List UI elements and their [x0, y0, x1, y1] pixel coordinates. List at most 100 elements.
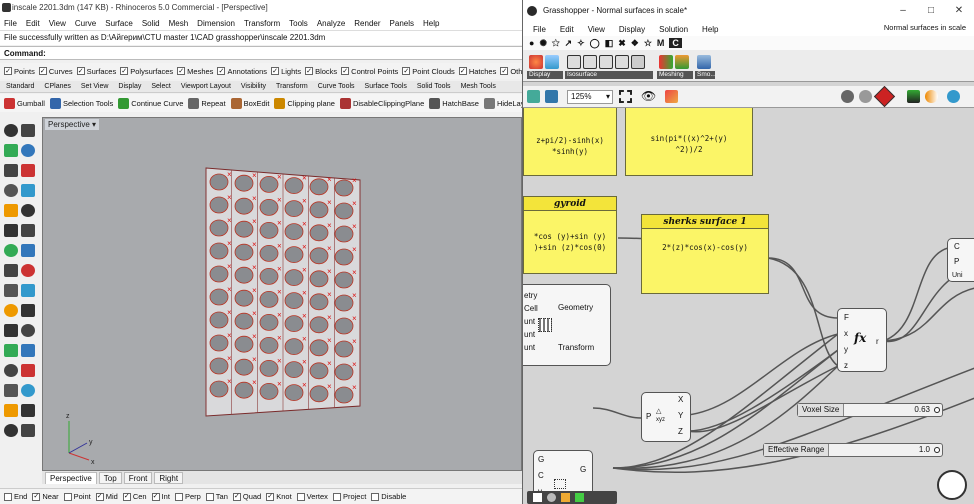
checkbox[interactable]: ✓: [76, 67, 85, 75]
filter-polysurfaces[interactable]: ✓ Polysurfaces: [120, 67, 173, 76]
point-icon[interactable]: [21, 124, 35, 137]
paint-icon[interactable]: [665, 90, 678, 103]
fillet-icon[interactable]: [21, 284, 35, 297]
osnap-point[interactable]: Point: [63, 492, 91, 501]
checkbox[interactable]: [174, 492, 183, 501]
zoom-select[interactable]: 125% ▾: [567, 90, 613, 104]
tab-maths-icon[interactable]: ✺: [539, 38, 547, 49]
view-tab-top[interactable]: Top: [98, 471, 122, 484]
menu-item-mesh[interactable]: Mesh: [169, 19, 189, 28]
filter-hatches[interactable]: ✓ Hatches: [458, 67, 496, 76]
gh-canvas[interactable]: z+pi/2)-sinh(x) *sinh(y) sin(pi*((x)^2+(…: [523, 108, 974, 504]
menu-item-solid[interactable]: Solid: [142, 19, 160, 28]
tool-hatchbase[interactable]: HatchBase: [429, 97, 479, 109]
tool-repeat[interactable]: Repeat: [188, 97, 226, 109]
toolbar-tab-curve-tools[interactable]: Curve Tools: [318, 83, 355, 90]
osnap-project[interactable]: Project: [332, 492, 366, 501]
checkbox[interactable]: ✓: [120, 67, 129, 75]
arc-icon[interactable]: [21, 164, 35, 177]
close-button[interactable]: ✕: [945, 0, 973, 22]
menu-item-render[interactable]: Render: [354, 19, 380, 28]
toolbar-tab-surface-tools[interactable]: Surface Tools: [365, 83, 407, 90]
menu-item-dimension[interactable]: Dimension: [197, 19, 235, 28]
filter-curves[interactable]: ✓ Curves: [38, 67, 73, 76]
gyroid-panel[interactable]: gyroid *cos (y)+sin (y) )+sin (z)*cos(0): [523, 196, 617, 274]
toolbar-tab-cplanes[interactable]: CPlanes: [44, 83, 70, 90]
preview-eye-icon[interactable]: 👁: [641, 90, 656, 103]
tool-continue-curve[interactable]: Continue Curve: [118, 97, 183, 109]
checkbox[interactable]: ✓: [38, 67, 47, 75]
zoom-extents-icon[interactable]: [619, 90, 632, 103]
checkbox[interactable]: ✓: [177, 67, 186, 75]
checkbox[interactable]: [296, 492, 305, 501]
display-star-icon[interactable]: [529, 55, 543, 69]
polygon-icon[interactable]: [21, 184, 35, 197]
rectangle-icon[interactable]: [21, 204, 35, 217]
osnap-perp[interactable]: Perp: [174, 492, 201, 501]
toolbar-tab-visibility[interactable]: Visibility: [241, 83, 266, 90]
extrude-icon[interactable]: [21, 244, 35, 257]
tool-clipping-plane[interactable]: Clipping plane: [274, 97, 335, 109]
iso-lattice-icon-1[interactable]: [567, 55, 581, 69]
effective-range-slider[interactable]: Effective Range 1.0: [763, 443, 943, 457]
view-tab-right[interactable]: Right: [154, 471, 184, 484]
polyline-icon[interactable]: [4, 144, 18, 157]
checkbox[interactable]: ✓: [402, 67, 411, 75]
checkbox[interactable]: [371, 492, 380, 501]
checkbox[interactable]: ✓: [151, 492, 160, 501]
snap-icon[interactable]: [21, 424, 35, 437]
box-icon[interactable]: [4, 244, 18, 257]
ellipse-icon[interactable]: [4, 184, 18, 197]
osnap-quad[interactable]: ✓ Quad: [232, 492, 261, 501]
tab-crystallon-icon[interactable]: C: [669, 38, 682, 48]
patch-icon[interactable]: [21, 224, 35, 237]
tab-mesh-icon[interactable]: ◧: [605, 38, 614, 49]
checkbox[interactable]: ✓: [95, 492, 104, 501]
osnap-vertex[interactable]: Vertex: [296, 492, 328, 501]
checkbox[interactable]: ✓: [500, 67, 509, 75]
group-icon[interactable]: [533, 493, 542, 502]
osnap-disable[interactable]: Disable: [371, 492, 406, 501]
checkbox[interactable]: [332, 492, 341, 501]
tab-millipede-icon[interactable]: M: [657, 38, 665, 48]
menu-item-help[interactable]: Help: [423, 19, 439, 28]
gh-document-name[interactable]: Normal surfaces in scale: [884, 23, 966, 32]
menu-item-edit[interactable]: Edit: [26, 19, 40, 28]
scale-icon[interactable]: [21, 364, 35, 377]
osnap-near[interactable]: ✓ Near: [32, 492, 59, 501]
tab-transform-icon[interactable]: ❖: [631, 38, 639, 49]
view-tab-front[interactable]: Front: [123, 471, 153, 484]
save-file-icon[interactable]: [545, 90, 558, 103]
blend-icon[interactable]: [4, 304, 18, 317]
surface-icon[interactable]: [4, 224, 18, 237]
checkbox[interactable]: ✓: [122, 492, 131, 501]
iso-lattice-icon-5[interactable]: [631, 55, 645, 69]
revolve-icon[interactable]: [21, 264, 35, 277]
expression-panel-1[interactable]: z+pi/2)-sinh(x) *sinh(y): [523, 108, 617, 176]
tab-surface-icon[interactable]: ◯: [590, 38, 600, 49]
meshing-icon-1[interactable]: [659, 55, 673, 69]
iso-lattice-icon-4[interactable]: [615, 55, 629, 69]
toolbar-tab-display[interactable]: Display: [118, 83, 141, 90]
toolbar-tab-transform[interactable]: Transform: [276, 83, 308, 90]
gh-menu-item-help[interactable]: Help: [702, 25, 718, 34]
checkbox[interactable]: [4, 492, 12, 501]
move-icon[interactable]: [4, 344, 18, 357]
scribble-icon[interactable]: [561, 493, 570, 502]
filter-meshes[interactable]: ✓ Meshes: [177, 67, 213, 76]
expression-panel-2[interactable]: sin(pi*((x)^2+(y) ^2))/2: [625, 108, 753, 176]
filter-lights[interactable]: ✓ Lights: [271, 67, 301, 76]
globe-icon[interactable]: [947, 90, 960, 103]
tool-selection-tools[interactable]: Selection Tools: [49, 97, 113, 109]
cluster-icon[interactable]: [547, 493, 556, 502]
navigation-widget-icon[interactable]: [937, 470, 967, 500]
filter-annotations[interactable]: ✓ Annotations: [217, 67, 267, 76]
maximize-button[interactable]: □: [917, 0, 945, 22]
osnap-knot[interactable]: ✓ Knot: [266, 492, 292, 501]
tool-hidelay[interactable]: HideLay: [483, 97, 524, 109]
checkbox[interactable]: ✓: [4, 67, 12, 75]
checkbox[interactable]: ✓: [458, 67, 467, 75]
osnap-int[interactable]: ✓ Int: [151, 492, 170, 501]
boolean-icon[interactable]: [4, 284, 18, 297]
toolbar-tab-mesh-tools[interactable]: Mesh Tools: [461, 83, 496, 90]
